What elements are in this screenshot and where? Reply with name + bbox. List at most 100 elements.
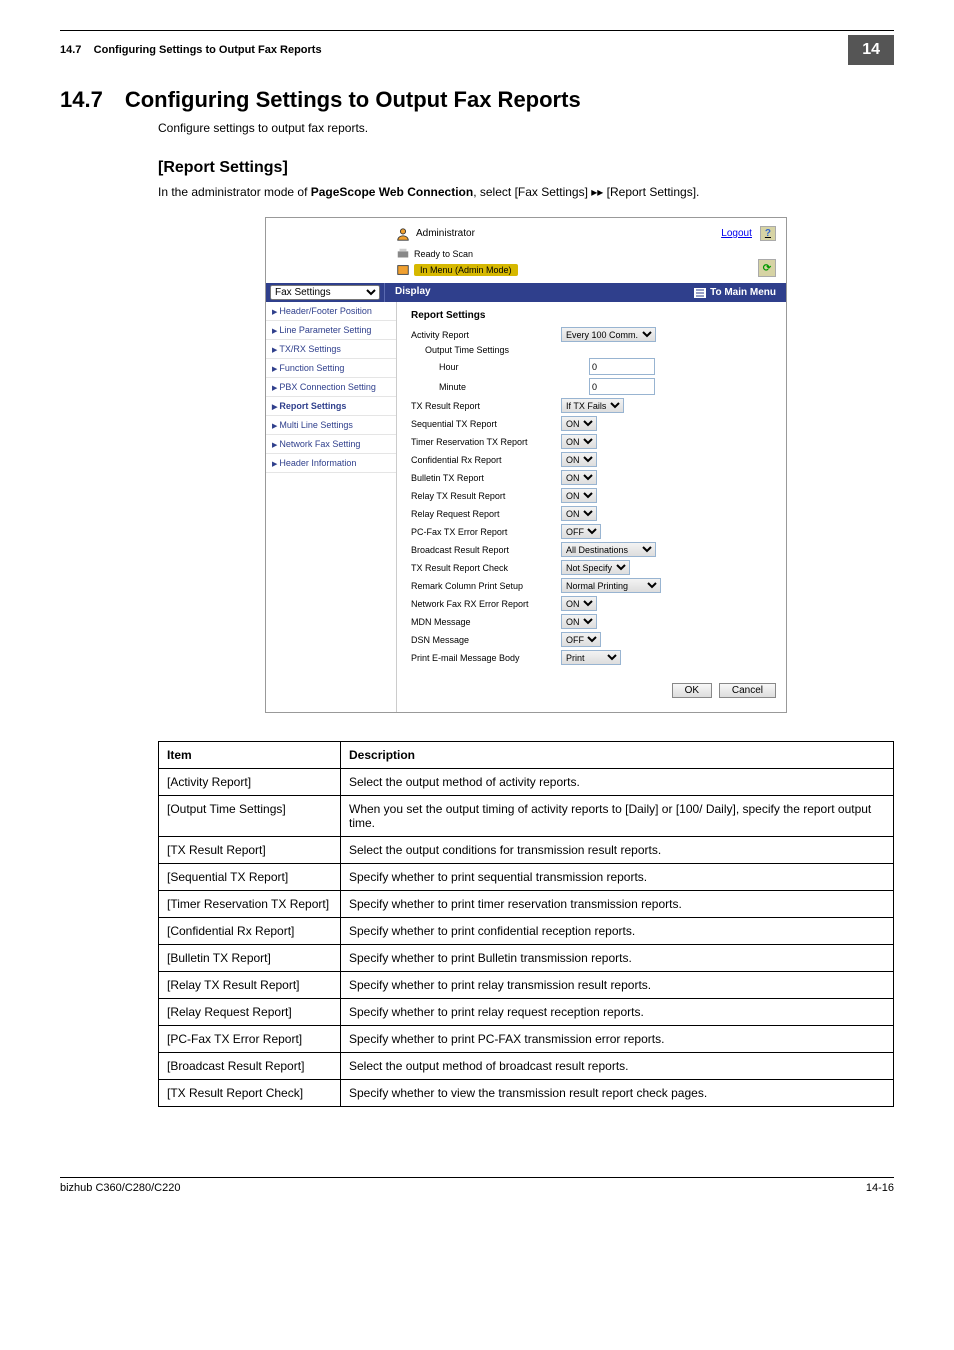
row-label: MDN Message — [411, 617, 561, 627]
row-label: Remark Column Print Setup — [411, 581, 561, 591]
hour-input[interactable] — [589, 358, 655, 375]
row-label: Output Time Settings — [411, 345, 575, 355]
desc-cell: When you set the output timing of activi… — [341, 796, 894, 837]
item-cell: [Activity Report] — [159, 769, 341, 796]
desc-cell: Specify whether to print Bulletin transm… — [341, 945, 894, 972]
col-desc: Description — [341, 742, 894, 769]
admin-icon — [396, 227, 410, 241]
minute-input[interactable] — [589, 378, 655, 395]
sidebar-item[interactable]: Network Fax Setting — [266, 435, 396, 454]
desc-cell: Specify whether to print timer reservati… — [341, 891, 894, 918]
bulletin-select[interactable]: ON — [561, 470, 597, 485]
table-row: [Output Time Settings]When you set the o… — [159, 796, 894, 837]
desc-cell: Specify whether to print relay request r… — [341, 999, 894, 1026]
cancel-button[interactable]: Cancel — [719, 683, 776, 698]
bcast-select[interactable]: All Destinations — [561, 542, 656, 557]
table-row: [Relay Request Report]Specify whether to… — [159, 999, 894, 1026]
menu-list-icon — [694, 288, 706, 298]
desc-cell: Specify whether to print PC-FAX transmis… — [341, 1026, 894, 1053]
item-cell: [Bulletin TX Report] — [159, 945, 341, 972]
subheading: [Report Settings] — [158, 159, 894, 177]
relay-req-select[interactable]: ON — [561, 506, 597, 521]
row-label: Activity Report — [411, 330, 561, 340]
description-table: Item Description [Activity Report]Select… — [158, 741, 894, 1107]
table-row: [Sequential TX Report]Specify whether to… — [159, 864, 894, 891]
desc-cell: Specify whether to print relay transmiss… — [341, 972, 894, 999]
heading-title: Configuring Settings to Output Fax Repor… — [125, 87, 581, 113]
row-label: Hour — [411, 362, 589, 372]
heading-number: 14.7 — [60, 87, 103, 113]
sidebar-item[interactable]: Header/Footer Position — [266, 302, 396, 321]
header-section-num: 14.7 — [60, 44, 81, 56]
table-row: [TX Result Report]Select the output cond… — [159, 837, 894, 864]
row-label: TX Result Report Check — [411, 563, 561, 573]
row-label: Relay TX Result Report — [411, 491, 561, 501]
table-row: [TX Result Report Check]Specify whether … — [159, 1080, 894, 1107]
item-cell: [Timer Reservation TX Report] — [159, 891, 341, 918]
category-select[interactable]: Fax Settings — [270, 285, 380, 300]
ok-button[interactable]: OK — [672, 683, 712, 698]
timer-res-select[interactable]: ON — [561, 434, 597, 449]
header-title: Configuring Settings to Output Fax Repor… — [94, 44, 322, 56]
table-row: [Confidential Rx Report]Specify whether … — [159, 918, 894, 945]
dsn-select[interactable]: OFF — [561, 632, 601, 647]
table-row: [PC-Fax TX Error Report]Specify whether … — [159, 1026, 894, 1053]
sidebar-item[interactable]: Report Settings — [266, 397, 396, 416]
row-label: Timer Reservation TX Report — [411, 437, 561, 447]
item-cell: [Broadcast Result Report] — [159, 1053, 341, 1080]
status-mode: In Menu (Admin Mode) — [414, 264, 518, 276]
pcfax-err-select[interactable]: OFF — [561, 524, 601, 539]
row-label: Confidential Rx Report — [411, 455, 561, 465]
mdn-select[interactable]: ON — [561, 614, 597, 629]
intro-text: Configure settings to output fax reports… — [158, 121, 894, 135]
menu-icon — [396, 263, 410, 277]
admin-label: Administrator — [416, 228, 475, 239]
row-label: Bulletin TX Report — [411, 473, 561, 483]
table-row: [Relay TX Result Report]Specify whether … — [159, 972, 894, 999]
logout-link[interactable]: Logout — [721, 228, 752, 239]
item-cell: [TX Result Report Check] — [159, 1080, 341, 1107]
item-cell: [Confidential Rx Report] — [159, 918, 341, 945]
help-icon[interactable]: ? — [760, 226, 776, 241]
table-row: [Bulletin TX Report]Specify whether to p… — [159, 945, 894, 972]
footer-page: 14-16 — [866, 1182, 894, 1194]
row-label: Print E-mail Message Body — [411, 653, 561, 663]
sidebar-item[interactable]: Function Setting — [266, 359, 396, 378]
sidebar-item[interactable]: PBX Connection Setting — [266, 378, 396, 397]
refresh-icon[interactable]: ⟳ — [758, 259, 776, 277]
row-label: TX Result Report — [411, 401, 561, 411]
remark-select[interactable]: Normal Printing — [561, 578, 661, 593]
item-cell: [Relay Request Report] — [159, 999, 341, 1026]
desc-cell: Specify whether to view the transmission… — [341, 1080, 894, 1107]
sidebar-item[interactable]: Multi Line Settings — [266, 416, 396, 435]
row-label: Broadcast Result Report — [411, 545, 561, 555]
seq-tx-select[interactable]: ON — [561, 416, 597, 431]
status-ready: Ready to Scan — [414, 249, 473, 259]
tx-check-select[interactable]: Not Specify — [561, 560, 630, 575]
conf-rx-select[interactable]: ON — [561, 452, 597, 467]
sidebar-item[interactable]: Header Information — [266, 454, 396, 473]
screenshot-panel: Administrator Logout ? Ready to Scan — [265, 217, 787, 713]
to-main-menu-button[interactable]: To Main Menu — [684, 283, 786, 302]
display-button[interactable]: Display — [384, 283, 441, 302]
desc-cell: Specify whether to print confidential re… — [341, 918, 894, 945]
netfax-err-select[interactable]: ON — [561, 596, 597, 611]
relay-tx-select[interactable]: ON — [561, 488, 597, 503]
row-label: Minute — [411, 382, 589, 392]
footer-model: bizhub C360/C280/C220 — [60, 1182, 180, 1194]
row-label: Relay Request Report — [411, 509, 561, 519]
table-row: [Broadcast Result Report]Select the outp… — [159, 1053, 894, 1080]
row-label: Sequential TX Report — [411, 419, 561, 429]
item-cell: [Relay TX Result Report] — [159, 972, 341, 999]
activity-report-select[interactable]: Every 100 Comm. — [561, 327, 656, 342]
item-cell: [TX Result Report] — [159, 837, 341, 864]
sidebar-item[interactable]: Line Parameter Setting — [266, 321, 396, 340]
instruction: In the administrator mode of PageScope W… — [158, 185, 894, 199]
table-row: [Activity Report]Select the output metho… — [159, 769, 894, 796]
sidebar-item[interactable]: TX/RX Settings — [266, 340, 396, 359]
item-cell: [PC-Fax TX Error Report] — [159, 1026, 341, 1053]
tx-result-select[interactable]: If TX Fails — [561, 398, 624, 413]
item-cell: [Output Time Settings] — [159, 796, 341, 837]
row-label: DSN Message — [411, 635, 561, 645]
print-body-select[interactable]: Print — [561, 650, 621, 665]
